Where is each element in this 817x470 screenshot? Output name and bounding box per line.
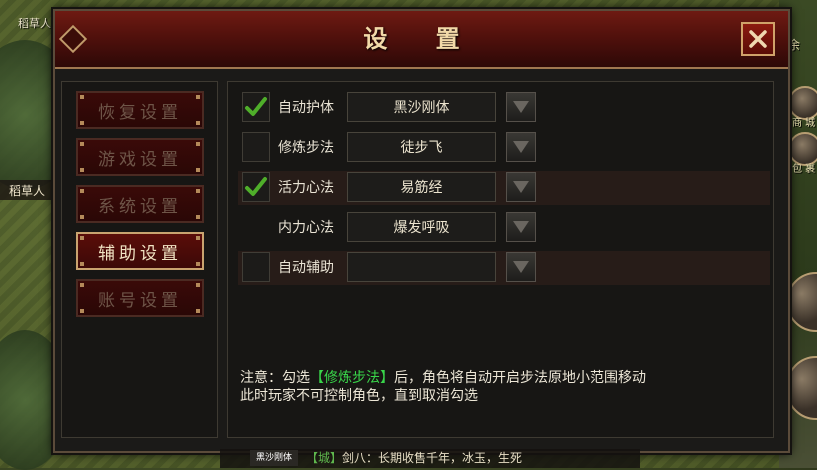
nav-corner-ornament bbox=[196, 236, 200, 240]
nav-corner-ornament bbox=[80, 142, 84, 146]
nav-button-label: 系统设置 bbox=[98, 196, 182, 217]
nav-button-label: 恢复设置 bbox=[98, 102, 182, 123]
dropdown-button[interactable] bbox=[506, 92, 536, 122]
close-button[interactable] bbox=[741, 22, 775, 56]
option-label: 自动辅助 bbox=[278, 260, 334, 276]
nav-corner-ornament bbox=[196, 309, 200, 313]
option-label: 修炼步法 bbox=[278, 140, 334, 156]
nav-corner-ornament bbox=[80, 95, 84, 99]
dropdown-button[interactable] bbox=[506, 132, 536, 162]
nav-corner-ornament bbox=[80, 262, 84, 266]
close-icon bbox=[749, 30, 767, 48]
triangle-down-icon bbox=[513, 261, 529, 273]
nav-corner-ornament bbox=[80, 309, 84, 313]
nav-corner-ornament bbox=[196, 189, 200, 193]
nav-button-1[interactable]: 游戏设置 bbox=[76, 138, 204, 176]
nav-corner-ornament bbox=[196, 95, 200, 99]
triangle-down-icon bbox=[513, 141, 529, 153]
notice-text: 注意：勾选【修炼步法】后，角色将自动开启步法原地小范围移动 此时玩家不可控制角色… bbox=[240, 369, 760, 405]
nav-button-2[interactable]: 系统设置 bbox=[76, 185, 204, 223]
notice-suffix: 后，角色将自动开启步法原地小范围移动 bbox=[394, 370, 646, 386]
scarecrow-name-tag: 稻草人 bbox=[0, 180, 54, 200]
option-checkbox[interactable] bbox=[242, 92, 270, 122]
settings-dialog: 设 置 恢复设置游戏设置系统设置辅助设置账号设置 注意：勾选【修炼步法】后，角色… bbox=[53, 9, 790, 453]
dropdown-button[interactable] bbox=[506, 212, 536, 242]
nav-button-label: 账号设置 bbox=[98, 290, 182, 311]
dropdown-button[interactable] bbox=[506, 172, 536, 202]
nav-corner-ornament bbox=[196, 262, 200, 266]
nav-button-0[interactable]: 恢复设置 bbox=[76, 91, 204, 129]
checkmark-icon bbox=[245, 177, 267, 196]
scarecrow-name-top: 稻草人 bbox=[18, 17, 51, 30]
bag-label: 包 裹 bbox=[792, 164, 816, 175]
nav-button-4[interactable]: 账号设置 bbox=[76, 279, 204, 317]
option-label: 活力心法 bbox=[278, 180, 334, 196]
option-row: 自动护体 黑沙刚体 bbox=[238, 91, 770, 125]
dropdown-button[interactable] bbox=[506, 252, 536, 282]
nav-button-3[interactable]: 辅助设置 bbox=[76, 232, 204, 270]
nav-corner-ornament bbox=[80, 283, 84, 287]
option-checkbox[interactable] bbox=[242, 252, 270, 282]
nav-button-label: 游戏设置 bbox=[98, 149, 182, 170]
nav-corner-ornament bbox=[80, 215, 84, 219]
settings-content-panel: 注意：勾选【修炼步法】后，角色将自动开启步法原地小范围移动 此时玩家不可控制角色… bbox=[227, 81, 774, 438]
option-select-value[interactable]: 徒步飞 bbox=[347, 132, 496, 162]
option-checkbox[interactable] bbox=[242, 132, 270, 162]
option-label: 内力心法 bbox=[278, 220, 334, 236]
nav-corner-ornament bbox=[80, 121, 84, 125]
triangle-down-icon bbox=[513, 181, 529, 193]
dialog-title: 设 置 bbox=[363, 24, 480, 53]
option-row: 修炼步法 徒步飞 bbox=[238, 131, 770, 165]
option-checkbox[interactable] bbox=[242, 172, 270, 202]
nav-corner-ornament bbox=[80, 236, 84, 240]
option-row: 活力心法 易筋经 bbox=[238, 171, 770, 205]
nav-corner-ornament bbox=[80, 168, 84, 172]
chat-channel: 【城】 bbox=[306, 451, 343, 465]
option-label: 自动护体 bbox=[278, 100, 334, 116]
checkmark-icon bbox=[245, 97, 267, 116]
chat-skill-chip[interactable]: 黑沙刚体 bbox=[250, 450, 298, 466]
triangle-down-icon bbox=[513, 221, 529, 233]
nav-corner-ornament bbox=[196, 121, 200, 125]
notice-line2: 此时玩家不可控制角色，直到取消勾选 bbox=[240, 388, 478, 404]
settings-nav-panel: 恢复设置游戏设置系统设置辅助设置账号设置 bbox=[61, 81, 218, 438]
nav-button-label: 辅助设置 bbox=[98, 243, 182, 264]
triangle-down-icon bbox=[513, 101, 529, 113]
chat-message: 【城】剑八：长期收售千年，冰玉，生死 bbox=[306, 449, 522, 468]
nav-corner-ornament bbox=[196, 283, 200, 287]
nav-corner-ornament bbox=[196, 142, 200, 146]
option-select-value[interactable]: 易筋经 bbox=[347, 172, 496, 202]
notice-prefix: 注意：勾选 bbox=[240, 370, 310, 386]
option-select-value[interactable]: 黑沙刚体 bbox=[347, 92, 496, 122]
nav-corner-ornament bbox=[196, 215, 200, 219]
option-row: 自动辅助 bbox=[238, 251, 770, 285]
nav-corner-ornament bbox=[196, 168, 200, 172]
option-select-value[interactable] bbox=[347, 252, 496, 282]
option-row: 内力心法 爆发呼吸 bbox=[238, 211, 770, 245]
chat-text: 剑八：长期收售千年，冰玉，生死 bbox=[342, 451, 523, 465]
nav-corner-ornament bbox=[80, 189, 84, 193]
option-select-value[interactable]: 爆发呼吸 bbox=[347, 212, 496, 242]
dialog-title-bar: 设 置 bbox=[55, 11, 788, 69]
chat-bar: 黑沙刚体 【城】剑八：长期收售千年，冰玉，生死 bbox=[220, 449, 640, 468]
notice-highlight: 【修炼步法】 bbox=[310, 370, 394, 386]
shop-label: 商 城 bbox=[792, 118, 816, 129]
